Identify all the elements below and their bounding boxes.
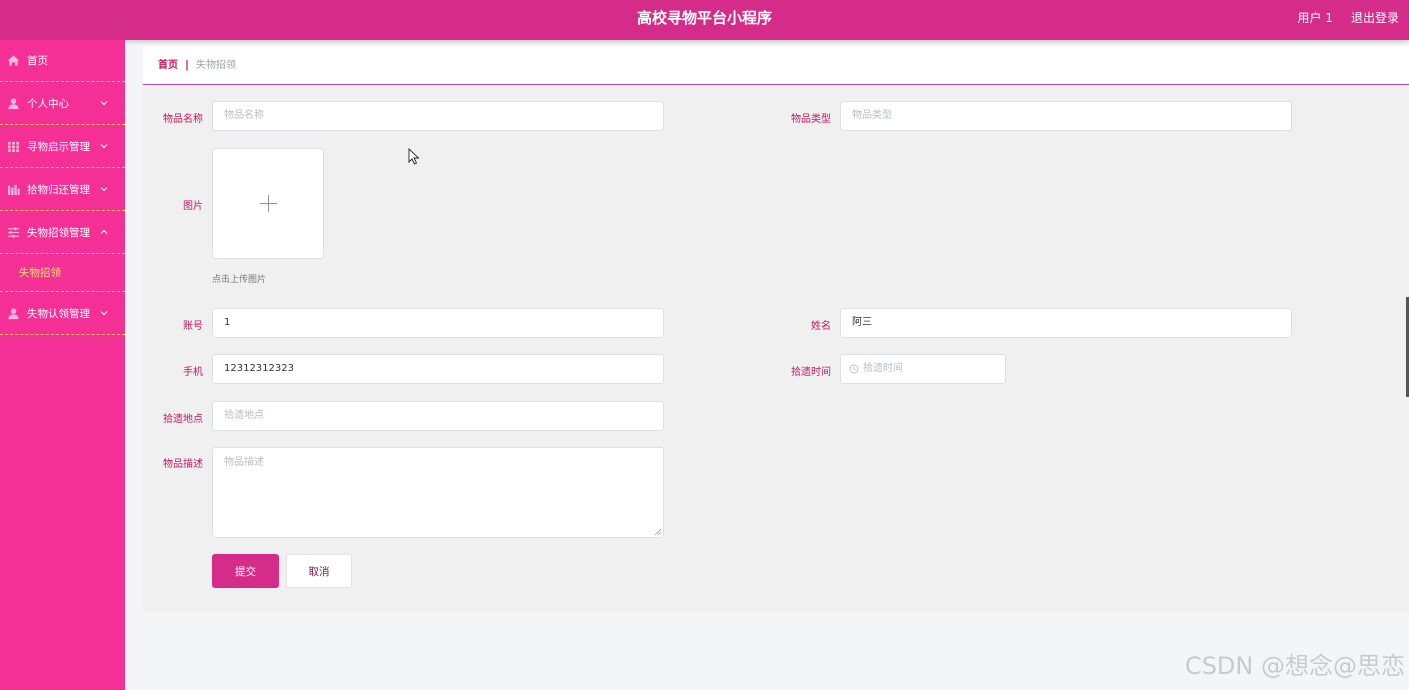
sidebar-item-label: 失物认领管理 [27,307,90,320]
description-textarea[interactable]: 物品描述 [212,447,664,538]
chevron-down-icon [100,101,108,106]
sidebar-item-home[interactable]: 首页 [0,40,125,82]
pickup-place-input[interactable]: 拾遗地点 [212,401,664,431]
upload-tip: 点击上传图片 [212,275,267,285]
breadcrumb: 首页 | 失物招领 [143,46,1409,85]
breadcrumb-separator: | [185,58,190,71]
mouse-cursor-icon [408,148,420,165]
app-title: 高校寻物平台小程序 [636,9,772,27]
description-label: 物品描述 [163,459,203,470]
resize-handle-icon[interactable] [654,528,662,536]
sidebar-item-label: 个人中心 [27,97,69,110]
bar-icon [7,184,20,195]
sidebar-item-label: 失物招领管理 [27,226,90,239]
pickup-time-placeholder: 拾遗时间 [863,363,903,374]
item-type-input[interactable]: 物品类型 [840,101,1292,131]
pickup-time-picker[interactable]: 拾遗时间 [840,354,1006,384]
item-name-input[interactable]: 物品名称 [212,101,664,131]
account-input[interactable]: 1 [212,308,664,338]
top-bar: 高校寻物平台小程序 用户 1 退出登录 [0,0,1409,40]
sidebar-item-label: 首页 [27,55,48,67]
breadcrumb-current: 失物招领 [196,60,236,71]
chevron-down-icon [100,187,108,192]
pickup-place-label: 拾遗地点 [163,414,203,425]
grid-icon [7,141,20,152]
phone-label: 手机 [183,367,203,378]
description-placeholder: 物品描述 [224,457,264,468]
watermark: CSDN @想念@思恋 [1184,652,1405,680]
sidebar-item-return[interactable]: 拾物归还管理 [0,168,125,211]
item-name-label: 物品名称 [163,114,203,125]
name-input[interactable]: 阿三 [840,308,1292,338]
account-label: 账号 [183,321,203,332]
sidebar-item-profile[interactable]: 个人中心 [0,82,125,125]
sidebar-item-claim[interactable]: 失物认领管理 [0,292,125,335]
sidebar-item-search-notice[interactable]: 寻物启示管理 [0,125,125,168]
sidebar: 首页 个人中心 寻物启示管理 拾物归还管理 失物招领管理 失物招领 失物认领管理 [0,40,125,690]
chevron-down-icon [100,144,108,149]
item-type-label: 物品类型 [791,114,831,125]
logout-button[interactable]: 退出登录 [1351,0,1399,36]
sidebar-item-lost-found[interactable]: 失物招领管理 [0,211,125,254]
submit-button[interactable]: 提交 [212,554,279,588]
user-icon [8,307,19,319]
current-user: 用户 1 [1297,11,1333,25]
phone-input[interactable]: 12312312323 [212,354,664,384]
sidebar-item-label: 拾物归还管理 [27,183,90,196]
image-upload[interactable] [212,148,324,259]
cancel-button[interactable]: 取消 [286,554,352,588]
pickup-time-label: 拾遗时间 [791,367,831,378]
breadcrumb-home[interactable]: 首页 [158,46,178,85]
chevron-down-icon [100,311,108,316]
home-icon [7,55,20,66]
chevron-up-icon [100,229,108,234]
sidebar-item-label: 寻物启示管理 [27,140,90,153]
image-label: 图片 [183,201,203,212]
sliders-icon [7,226,20,238]
name-label: 姓名 [811,321,831,332]
user-icon [8,97,19,109]
sidebar-subitem-lost-found[interactable]: 失物招领 [0,254,125,292]
clock-icon [849,364,859,374]
